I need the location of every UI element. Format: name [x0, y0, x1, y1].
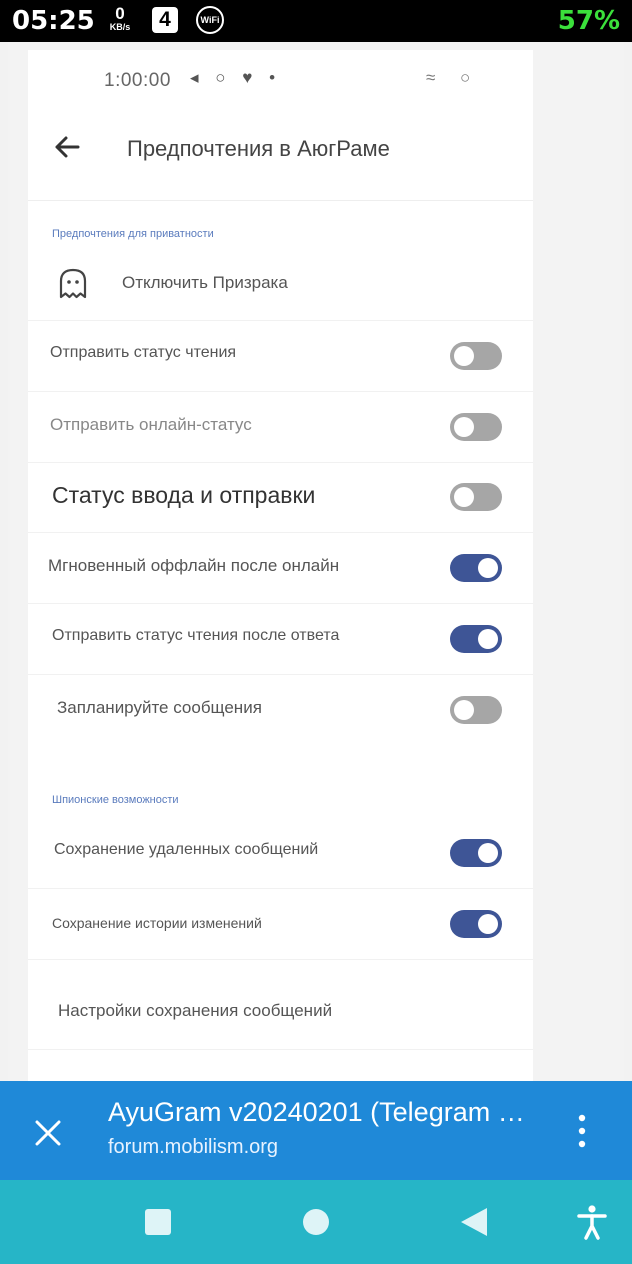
save-history-toggle[interactable]	[450, 910, 502, 938]
app-screen: 1:00:00 ◂ ○ ♥ • ≈ ○ Предпочтения в АюгРа…	[28, 50, 533, 1082]
notification-title: AyuGram v20240201 (Telegram FOSS)	[108, 1097, 538, 1127]
ghost-icon	[59, 268, 87, 299]
read-after-reply-row[interactable]: Отправить статус чтения после ответа	[28, 604, 533, 675]
read-after-reply-label: Отправить статус чтения после ответа	[52, 627, 340, 644]
read-status-label: Отправить статус чтения	[50, 344, 237, 361]
save-settings-row[interactable]: Настройки сохранения сообщений	[28, 975, 533, 1050]
instant-offline-row[interactable]: Мгновенный оффлайн после онлайн	[28, 533, 533, 604]
inner-status-bar: 1:00:00 ◂ ○ ♥ • ≈ ○	[28, 50, 533, 110]
back-icon[interactable]	[459, 1206, 489, 1238]
typing-status-toggle[interactable]	[450, 483, 502, 511]
status-time: 05:25	[12, 6, 95, 36]
network-speed-value: 0	[115, 4, 125, 23]
read-status-toggle[interactable]	[450, 342, 502, 370]
schedule-messages-row[interactable]: Запланируйте сообщения	[28, 675, 533, 745]
notification-url: forum.mobilism.org	[108, 1136, 279, 1158]
inner-status-icons: ◂ ○ ♥ •	[190, 68, 282, 87]
save-settings-label: Настройки сохранения сообщений	[58, 1001, 333, 1020]
network-speed-unit: KB/s	[109, 22, 131, 32]
save-history-row[interactable]: Сохранение истории изменений	[28, 889, 533, 960]
online-status-label: Отправить онлайн-статус	[50, 415, 252, 434]
page-title: Предпочтения в АюгРаме	[127, 136, 390, 161]
notification-count-icon: 4	[152, 7, 178, 33]
section-header-privacy: Предпочтения для приватности	[52, 228, 214, 240]
ghost-mode-label: Отключить Призрака	[122, 273, 288, 292]
inner-status-time: 1:00:00	[104, 70, 171, 91]
inner-status-right-icons: ≈ ○	[426, 68, 481, 87]
media-notification[interactable]: AyuGram v20240201 (Telegram FOSS) forum.…	[0, 1081, 632, 1180]
navigation-bar	[0, 1180, 632, 1264]
schedule-messages-toggle[interactable]	[450, 696, 502, 724]
app-bar: Предпочтения в АюгРаме	[28, 110, 533, 201]
save-history-label: Сохранение истории изменений	[52, 915, 262, 931]
instant-offline-label: Мгновенный оффлайн после онлайн	[48, 556, 340, 575]
typing-status-row[interactable]: Статус ввода и отправки	[28, 462, 533, 533]
typing-status-label: Статус ввода и отправки	[52, 482, 316, 508]
schedule-messages-label: Запланируйте сообщения	[57, 698, 262, 717]
close-icon[interactable]	[30, 1115, 66, 1151]
save-deleted-row[interactable]: Сохранение удаленных сообщений	[28, 818, 533, 889]
wifi-icon: WiFi	[196, 6, 224, 34]
online-status-row[interactable]: Отправить онлайн-статус	[28, 392, 533, 463]
more-options-icon[interactable]	[568, 1111, 596, 1151]
section-header-spy: Шпионские возможности	[52, 794, 179, 806]
save-deleted-label: Сохранение удаленных сообщений	[54, 841, 319, 858]
battery-level: 57%	[557, 6, 620, 36]
read-status-row[interactable]: Отправить статус чтения	[28, 321, 533, 392]
read-after-reply-toggle[interactable]	[450, 625, 502, 653]
accessibility-icon[interactable]	[576, 1204, 608, 1240]
instant-offline-toggle[interactable]	[450, 554, 502, 582]
back-arrow-icon[interactable]	[50, 130, 84, 164]
network-speed: 0 KB/s	[104, 5, 136, 32]
status-bar: 05:25 0 KB/s 4 WiFi 57%	[0, 0, 632, 42]
recent-apps-icon[interactable]	[145, 1209, 171, 1235]
ghost-mode-row[interactable]: Отключить Призрака	[28, 250, 533, 321]
home-icon[interactable]	[303, 1209, 329, 1235]
save-deleted-toggle[interactable]	[450, 839, 502, 867]
online-status-toggle[interactable]	[450, 413, 502, 441]
